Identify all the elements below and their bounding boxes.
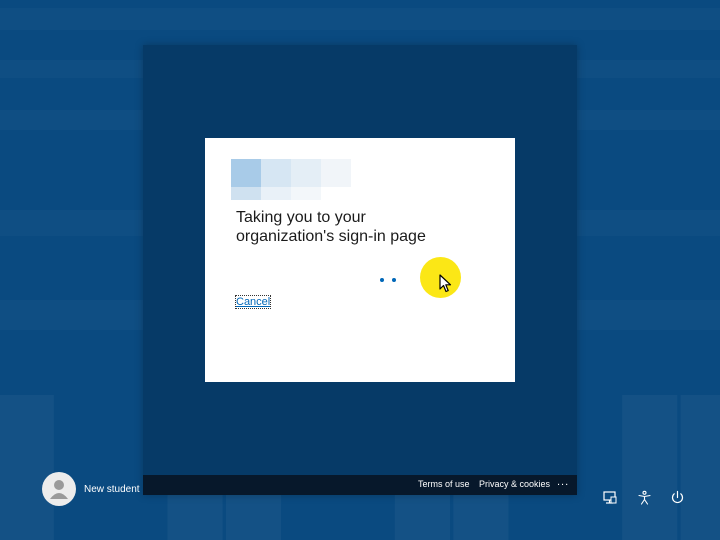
login-screen: ▌▐▌▐▌▐▌▐▌▐ Terms of use Privacy & cookie…	[0, 0, 720, 540]
network-icon[interactable]	[602, 490, 617, 505]
more-options-button[interactable]: ...	[557, 476, 569, 488]
background-texture-band	[0, 8, 720, 30]
cancel-link[interactable]: Cancel	[234, 295, 272, 309]
loading-progress-dots	[380, 278, 400, 282]
progress-dot	[392, 278, 396, 282]
mouse-pointer-icon	[439, 274, 452, 293]
privacy-cookies-link[interactable]: Privacy & cookies	[479, 479, 550, 489]
dialog-title-line-1: Taking you to your	[236, 209, 366, 226]
progress-dot	[380, 278, 384, 282]
dialog-title: Taking you to your organization's sign-i…	[236, 208, 496, 246]
user-avatar-icon	[42, 472, 76, 506]
redirect-dialog: Taking you to your organization's sign-i…	[205, 138, 515, 382]
organization-logo	[231, 159, 351, 200]
accessibility-icon[interactable]	[637, 490, 652, 505]
power-icon[interactable]	[670, 490, 685, 505]
terms-of-use-link[interactable]: Terms of use	[418, 479, 470, 489]
dialog-title-line-2: organization's sign-in page	[236, 228, 426, 245]
panel-footer: Terms of use Privacy & cookies ...	[143, 475, 577, 495]
user-name: New student	[84, 484, 140, 495]
